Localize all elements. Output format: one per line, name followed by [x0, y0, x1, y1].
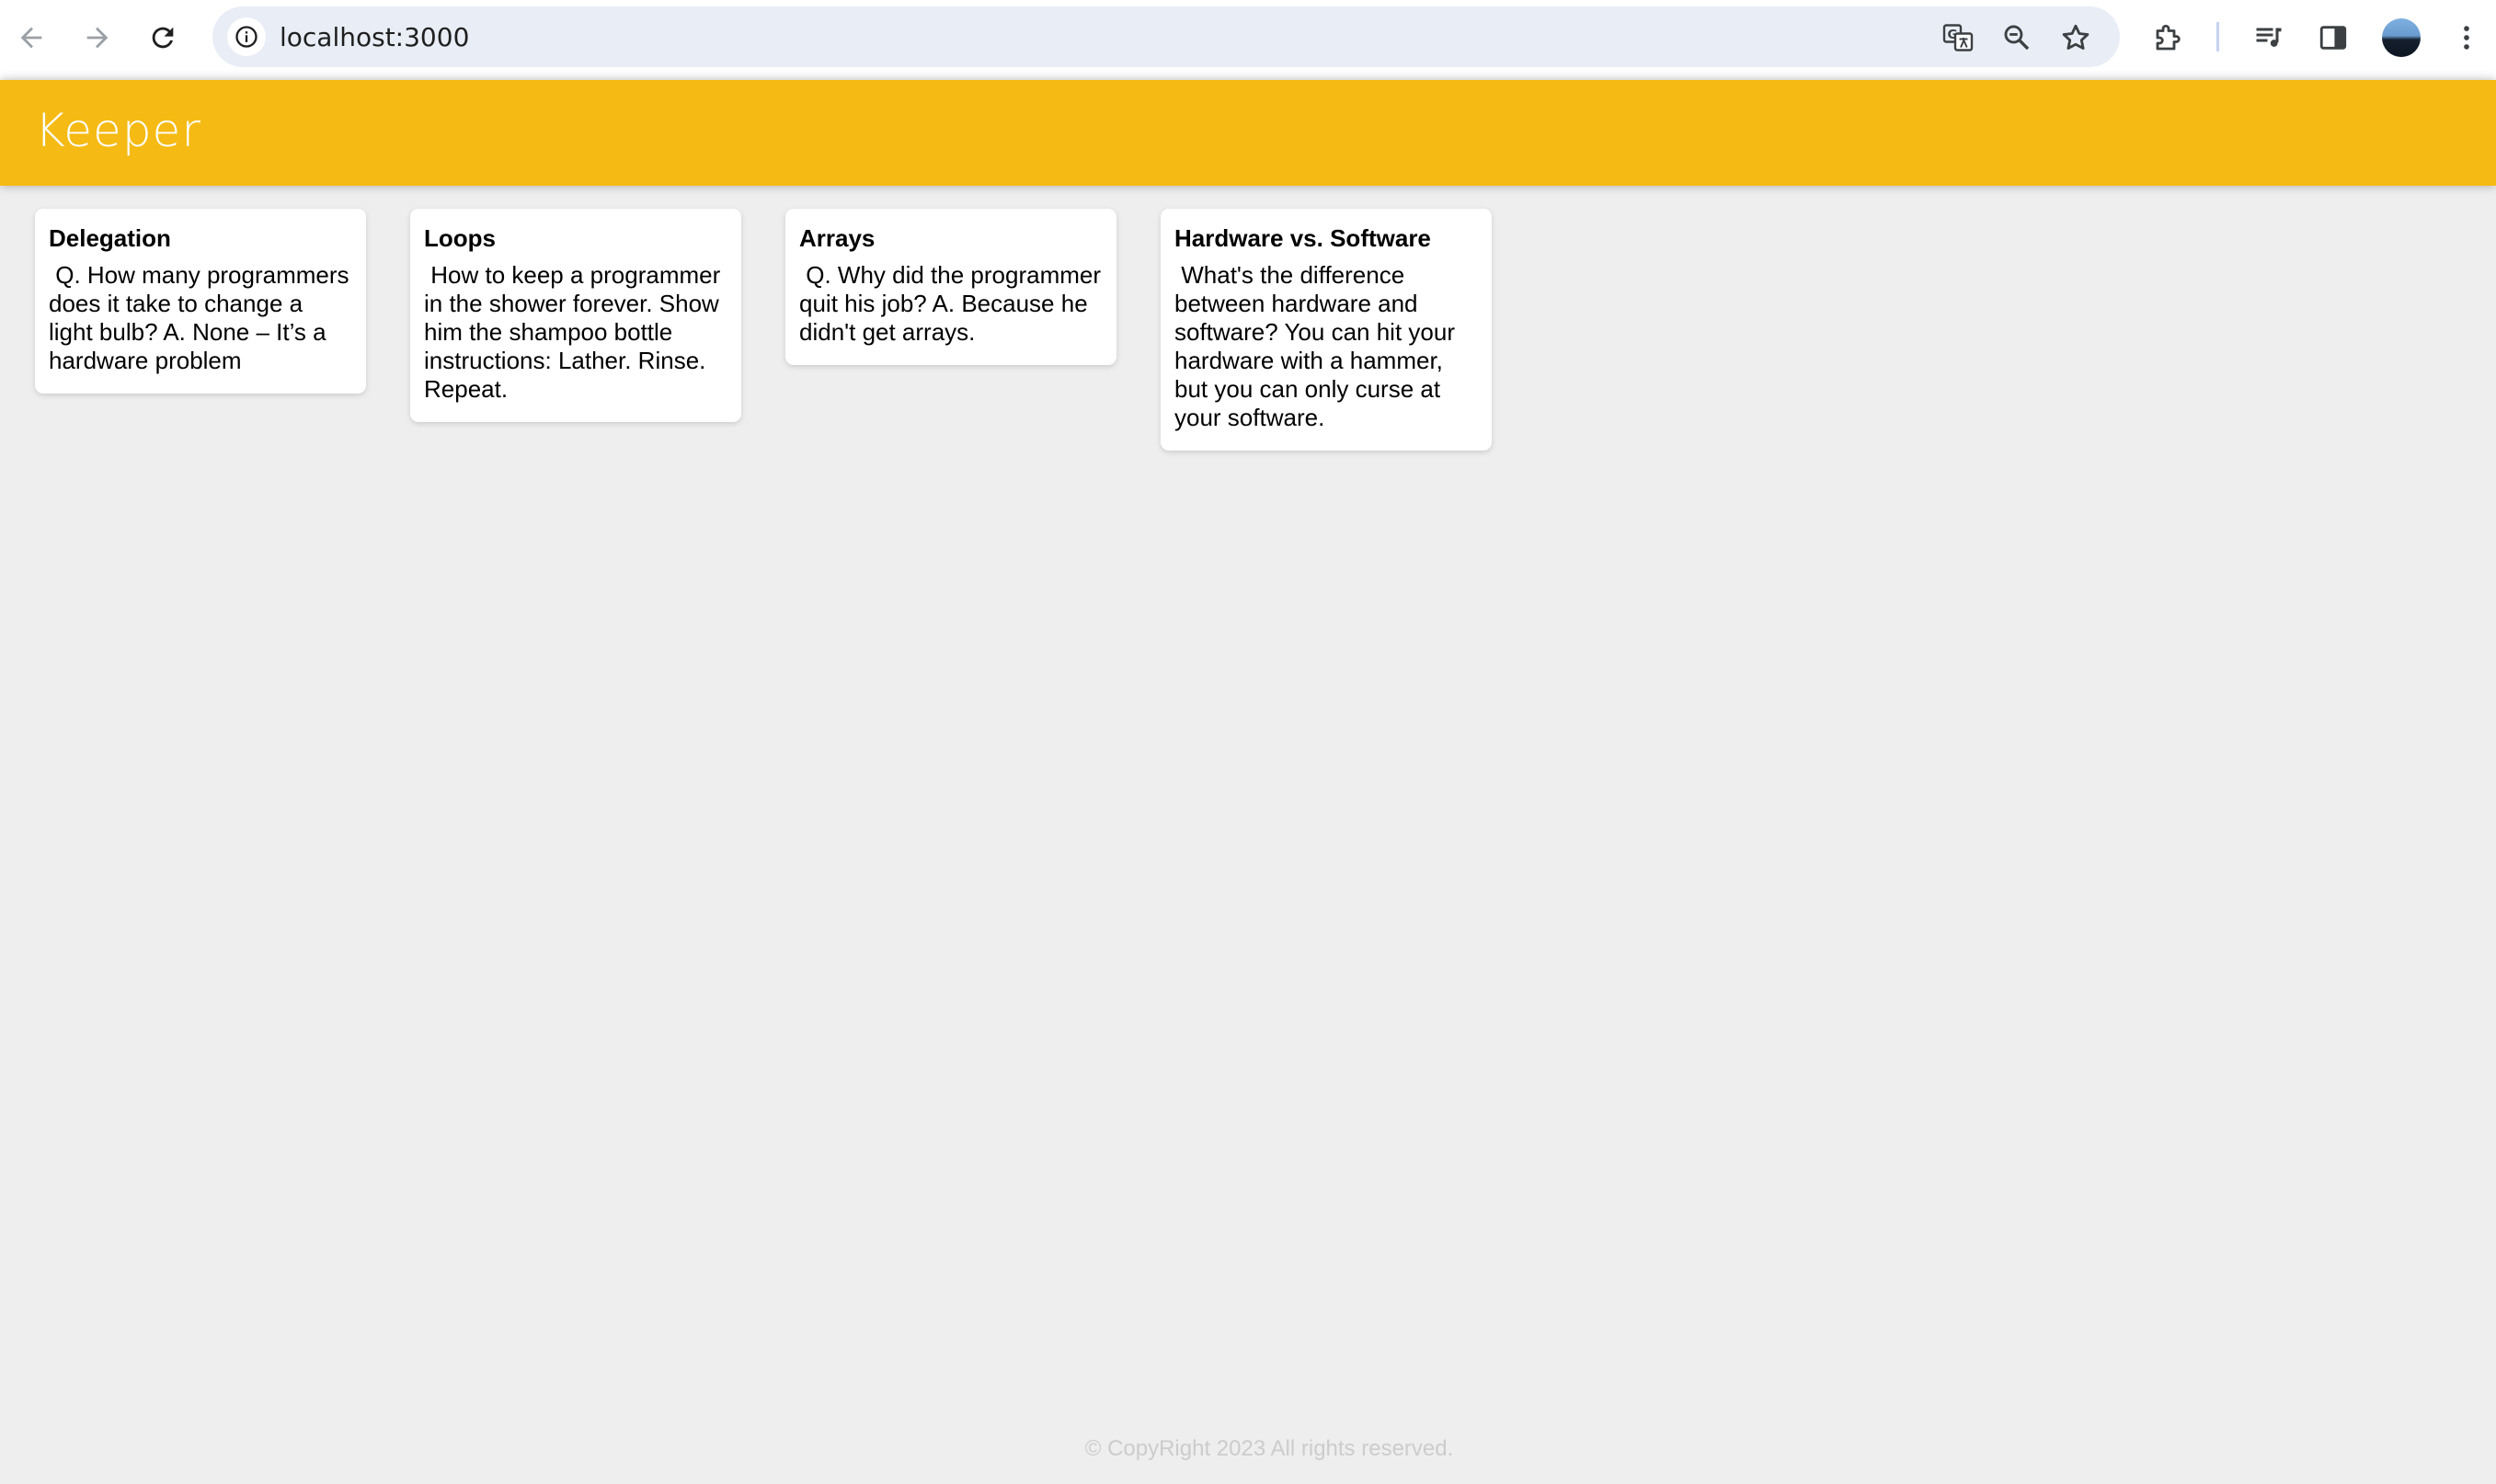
- zoom-out-icon: [2004, 25, 2030, 51]
- avatar[interactable]: [2382, 18, 2421, 57]
- copyright-text: © CopyRight 2023 All rights reserved.: [1084, 1436, 1454, 1461]
- zoom-button[interactable]: [1998, 19, 2035, 56]
- note-content: Q. How many programmers does it take to …: [49, 261, 356, 374]
- note-content: How to keep a programmer in the shower f…: [424, 261, 727, 403]
- forward-button[interactable]: [77, 17, 118, 58]
- translate-button[interactable]: G: [1940, 19, 1976, 56]
- reload-icon: [152, 27, 174, 49]
- app-header: Keeper: [0, 80, 2496, 186]
- note-title: Delegation: [49, 224, 171, 252]
- media-button[interactable]: [2249, 17, 2289, 58]
- note-card: Hardware vs. Software What's the differe…: [1161, 209, 1492, 451]
- back-button[interactable]: [11, 17, 52, 58]
- kebab-menu-icon: [2464, 26, 2469, 50]
- note-content: What's the difference between hardware a…: [1174, 261, 1462, 431]
- address-bar[interactable]: localhost:3000 G: [212, 6, 2120, 67]
- translate-icon: G: [1942, 24, 1974, 51]
- note-content: Q. Why did the programmer quit his job? …: [799, 261, 1108, 346]
- info-icon: [235, 26, 258, 48]
- toolbar-divider: [2216, 22, 2219, 51]
- bookmark-button[interactable]: [2057, 19, 2094, 56]
- media-queue-icon: [2256, 28, 2282, 47]
- forward-arrow-icon: [86, 27, 109, 49]
- note-card: Arrays Q. Why did the programmer quit hi…: [785, 209, 1116, 365]
- note-title: Arrays: [799, 224, 876, 252]
- puzzle-icon: [2156, 24, 2181, 51]
- note-title: Loops: [424, 224, 496, 252]
- url-text[interactable]: localhost:3000: [280, 22, 469, 52]
- site-info-button[interactable]: [227, 17, 266, 56]
- note-card: Loops How to keep a programmer in the sh…: [410, 209, 741, 422]
- note-title: Hardware vs. Software: [1174, 224, 1431, 252]
- browser-toolbar: localhost:3000 G: [0, 0, 2496, 80]
- side-panel-icon: [2319, 26, 2347, 50]
- side-panel-button[interactable]: [2313, 17, 2353, 58]
- note-card: Delegation Q. How many programmers does …: [35, 209, 366, 394]
- back-arrow-icon: [20, 27, 42, 49]
- menu-button[interactable]: [2446, 17, 2487, 58]
- reload-button[interactable]: [143, 17, 183, 58]
- app-title: Keeper: [35, 104, 201, 157]
- star-icon: [2062, 24, 2090, 50]
- extensions-button[interactable]: [2148, 17, 2189, 58]
- footer: © CopyRight 2023 All rights reserved.: [0, 1436, 2496, 1462]
